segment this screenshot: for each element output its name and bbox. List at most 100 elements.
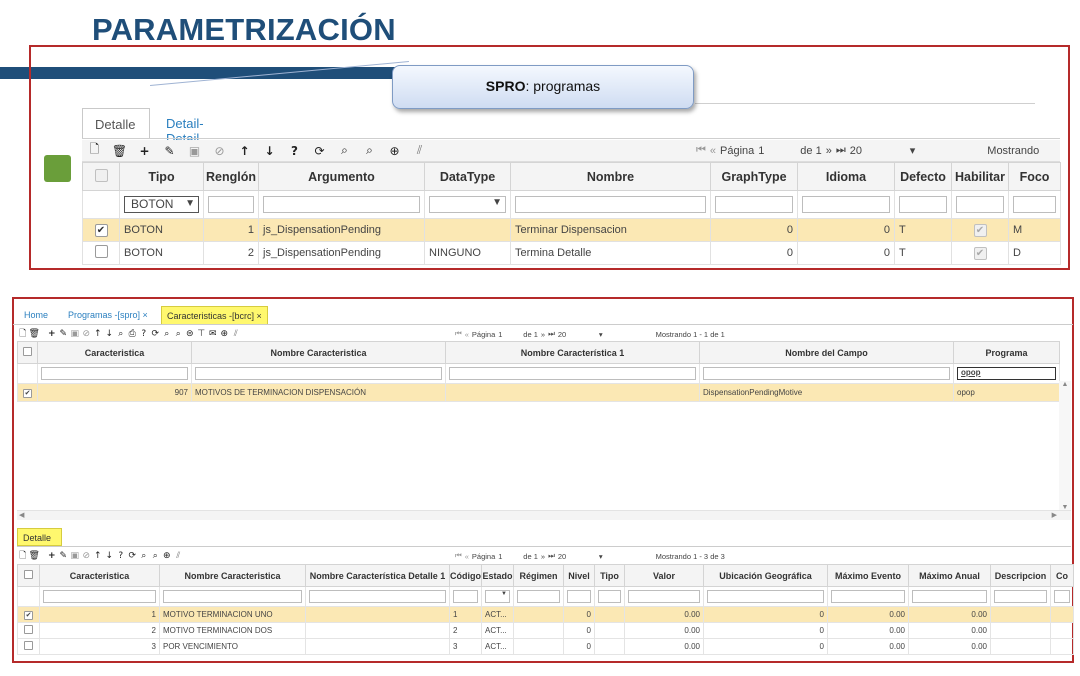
select-all-checkbox[interactable] [24,570,33,579]
col-nivel[interactable]: Nivel [563,564,595,587]
up-icon[interactable]: ↑ [92,329,104,339]
search-advanced-icon[interactable]: ⌕ [161,329,173,339]
col-programa[interactable]: Programa [953,341,1060,364]
green-action-button[interactable] [44,155,71,182]
next-page-icon[interactable]: » [826,145,832,157]
habilitar-checkbox[interactable]: ✔ [973,223,987,237]
prev-page-icon[interactable]: « [710,145,716,157]
habilitar-checkbox[interactable]: ✔ [973,246,987,260]
page-size-chevron-icon[interactable]: ▾ [599,552,603,561]
filter-nombre-del-campo[interactable] [703,367,950,380]
filter-max-evento[interactable] [831,590,905,603]
close-icon[interactable]: × [257,311,262,321]
row-checkbox[interactable]: ✔ [94,223,108,237]
page-size-select[interactable]: 20 [558,552,596,561]
filter-programa[interactable]: opop [957,367,1056,380]
row-checkbox[interactable]: ✔ [23,388,32,398]
filter-codigo[interactable] [453,590,478,603]
edit-icon[interactable]: ✎ [58,551,70,561]
search-icon[interactable]: ⌕ [138,551,150,561]
col-co[interactable]: Co [1050,564,1074,587]
col-defecto[interactable]: Defecto [894,162,952,191]
next-page-icon[interactable]: » [541,330,545,339]
save-icon[interactable]: ▣ [69,329,81,339]
col-tipo[interactable]: Tipo [594,564,625,587]
prev-page-icon[interactable]: « [465,552,469,561]
filter-graphtype[interactable] [715,196,793,213]
first-page-icon[interactable]: ⏮ [455,551,462,561]
search-advanced-icon[interactable]: ⌕ [357,143,382,158]
row-checkbox[interactable] [24,625,33,634]
search-advanced-icon[interactable]: ⌕ [150,551,162,561]
add-icon[interactable]: + [46,329,58,339]
filter-ubicacion[interactable] [707,590,824,603]
tab-programas[interactable]: Programas -[spro] × [63,306,153,324]
cancel-icon[interactable]: ⊘ [81,329,93,339]
new-icon[interactable]: 🗋 [17,326,29,342]
close-icon[interactable]: × [143,310,148,320]
search-icon[interactable]: ⌕ [332,143,357,158]
add-circle-icon[interactable]: ⊕ [219,329,231,339]
search-icon[interactable]: ⌕ [115,329,127,339]
resize-icon[interactable]: ⫽ [230,329,242,339]
save-icon[interactable]: ▣ [69,551,81,561]
vertical-scrollbar[interactable]: ▲ ▼ [1059,381,1071,511]
filter-habilitar[interactable] [956,196,1004,213]
col-nombre-caracteristica-1[interactable]: Nombre Característica 1 [445,341,700,364]
filter-icon[interactable]: ⊜ [184,329,196,339]
filter-nivel[interactable] [567,590,591,603]
table-row[interactable]: ✔ 1 MOTIVO TERMINACION UNO 1 ACT... 0 0.… [17,606,1074,623]
up-icon[interactable]: ↑ [92,551,104,561]
col-renglon[interactable]: Renglón [203,162,259,191]
col-valor[interactable]: Valor [624,564,704,587]
refresh-icon[interactable]: ⟳ [150,329,162,339]
down-icon[interactable]: ↓ [104,329,116,339]
filter-max-anual[interactable] [912,590,987,603]
col-graphtype[interactable]: GraphType [710,162,798,191]
last-page-icon[interactable]: ⏭ [548,551,555,561]
first-page-icon[interactable]: ⏮ [455,329,462,339]
col-nombre-caracteristica[interactable]: Nombre Caracteristica [159,564,306,587]
filter-nombre[interactable] [163,590,302,603]
last-page-icon[interactable]: ⏭ [548,329,555,339]
tab-home[interactable]: Home [19,306,53,324]
cancel-icon[interactable]: ⊘ [207,144,232,158]
scroll-left-icon[interactable]: ◀ [19,511,24,519]
save-icon[interactable]: ▣ [182,144,207,158]
scroll-up-icon[interactable]: ▲ [1059,381,1071,388]
next-page-icon[interactable]: » [541,552,545,561]
horizontal-scrollbar[interactable]: ◀ ▶ [17,510,1071,520]
col-descripcion[interactable]: Descripcion [990,564,1051,587]
col-ubicacion-geografica[interactable]: Ubicación Geográfica [703,564,828,587]
add-icon[interactable]: + [46,551,58,561]
filter-detalle[interactable] [309,590,446,603]
edit-icon[interactable]: ✎ [58,329,70,339]
row-checkbox[interactable]: ✔ [24,610,33,620]
col-nombre-del-campo[interactable]: Nombre del Campo [699,341,954,364]
filter-nombre[interactable] [515,196,706,213]
resize-icon[interactable]: ⫽ [173,551,185,561]
scroll-right-icon[interactable]: ▶ [1052,511,1057,519]
filter-defecto[interactable] [899,196,947,213]
col-caracteristica[interactable]: Caracteristica [39,564,160,587]
col-tipo[interactable]: Tipo [119,162,204,191]
filter-datatype[interactable]: ▼ [429,196,506,213]
col-foco[interactable]: Foco [1008,162,1061,191]
add-circle-icon[interactable]: ⊕ [382,144,407,158]
filter-foco[interactable] [1013,196,1056,213]
down-icon[interactable]: ↓ [104,551,116,561]
zoom-icon[interactable]: ⌕ [173,329,185,339]
page-input[interactable]: 1 [758,145,796,157]
page-size-select[interactable]: 20 [850,145,906,157]
page-size-chevron-icon[interactable]: ▾ [599,330,603,339]
pin-icon[interactable]: ⊤ [196,329,208,339]
col-argumento[interactable]: Argumento [258,162,425,191]
page-input[interactable]: 1 [498,552,520,561]
down-icon[interactable]: ↓ [257,144,282,158]
add-circle-icon[interactable]: ⊕ [161,551,173,561]
col-datatype[interactable]: DataType [424,162,511,191]
filter-idioma[interactable] [802,196,890,213]
filter-estado[interactable]: ▼ [485,590,510,603]
filter-caracteristica[interactable] [41,367,188,380]
cancel-icon[interactable]: ⊘ [81,551,93,561]
